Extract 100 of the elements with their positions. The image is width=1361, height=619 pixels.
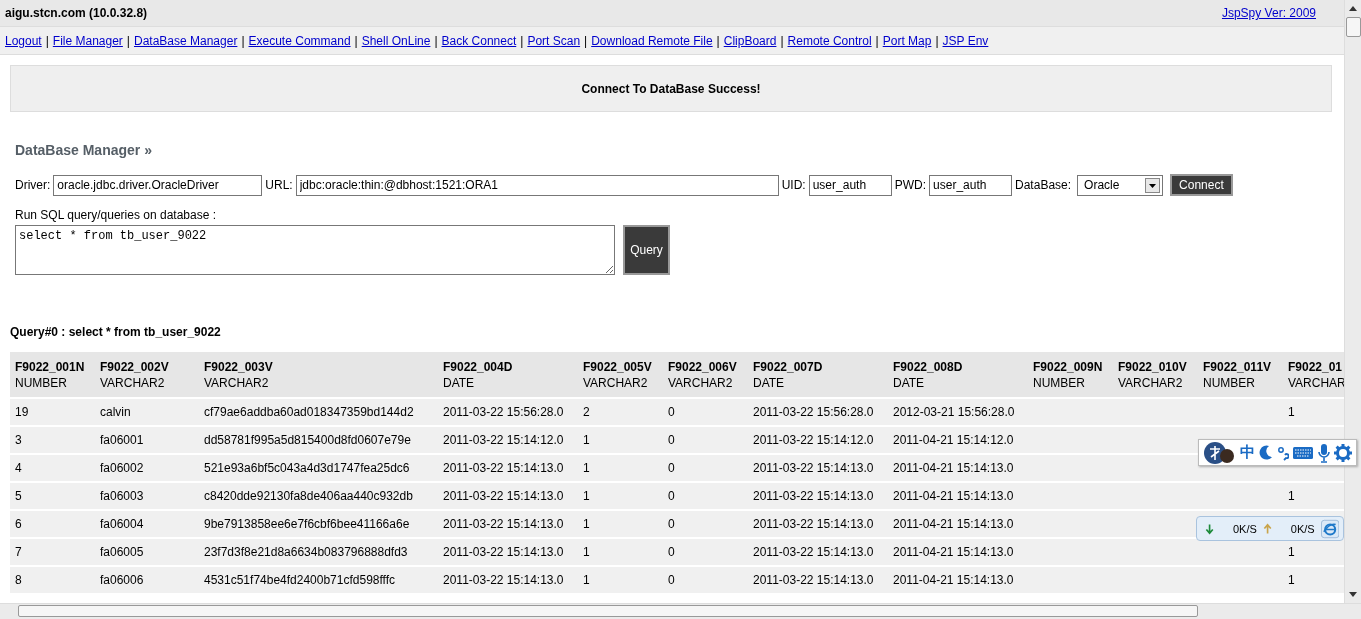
table-cell: 2011-04-21 15:14:13.0 (893, 517, 1014, 531)
separator: | (780, 33, 784, 48)
nav-link[interactable]: DataBase Manager (134, 33, 238, 48)
sql-label: Run SQL query/queries on database : (15, 208, 218, 222)
vertical-scrollbar[interactable] (1344, 0, 1361, 603)
dropdown-icon (1145, 177, 1161, 193)
settings-icon[interactable] (1334, 443, 1352, 462)
keyboard-icon[interactable] (1292, 444, 1314, 461)
nav-link[interactable]: ClipBoard (723, 33, 777, 48)
field-label: PWD: (894, 178, 927, 192)
table-cell: 2011-03-22 15:14:13.0 (443, 545, 564, 559)
table-cell: 2 (583, 405, 590, 419)
download-speed: 0K/S (1232, 522, 1257, 535)
table-cell: 2011-03-22 15:14:13.0 (443, 573, 564, 587)
table-cell: 0 (668, 545, 675, 559)
nav-link[interactable]: Execute Command (248, 33, 351, 48)
table-cell: 2011-04-21 15:14:12.0 (893, 433, 1014, 447)
table-cell: 2011-03-22 15:14:13.0 (753, 517, 874, 531)
driver-field[interactable]: oracle.jdbc.driver.OracleDriver (53, 174, 263, 196)
moon-icon[interactable] (1258, 443, 1274, 462)
version-link[interactable]: JspSpy Ver: 2009 (1221, 6, 1316, 20)
column-name: F9022_002V (100, 359, 170, 374)
separator: | (935, 33, 939, 48)
table-cell: 1 (1288, 545, 1295, 559)
nav-link[interactable]: Download Remote File (591, 33, 713, 48)
sql-query-field[interactable]: select * from tb_user_9022 (15, 225, 615, 275)
column-name: F9022_011V (1203, 359, 1273, 374)
table-cell: 2011-03-22 15:14:13.0 (443, 489, 564, 503)
table-cell: 1 (583, 573, 590, 587)
table-cell: 4 (15, 461, 22, 475)
separator: | (126, 33, 130, 48)
field-label: DataBase: (1015, 178, 1072, 192)
table-cell: 2011-03-22 15:56:28.0 (443, 405, 564, 419)
table-cell: calvin (100, 405, 131, 419)
pwd-field[interactable]: user_auth (929, 174, 1013, 196)
table-cell: 8 (15, 573, 22, 587)
table-cell: fa06004 (100, 517, 144, 531)
table-cell: 1 (1288, 405, 1295, 419)
nav-link[interactable]: File Manager (52, 33, 123, 48)
column-name: F9022_005V (583, 359, 653, 374)
nav-link[interactable]: Port Map (882, 33, 932, 48)
query-button[interactable]: Query (623, 225, 670, 275)
microphone-icon[interactable] (1317, 442, 1331, 463)
nav-link[interactable]: Shell OnLine (361, 33, 431, 48)
table-cell: 7 (15, 545, 22, 559)
ime-mode[interactable]: 中 (1240, 443, 1255, 462)
table-cell: 1 (583, 517, 590, 531)
table-cell: 2011-03-22 15:14:13.0 (753, 489, 874, 503)
column-name: F9022_006V (668, 359, 738, 374)
table-cell: 2011-03-22 15:56:28.0 (753, 405, 874, 419)
nav-link[interactable]: Port Scan (527, 33, 581, 48)
table-cell: 521e93a6bf5c043a4d3d1747fea25dc6 (204, 461, 410, 475)
table-cell: 2011-03-22 15:14:13.0 (753, 545, 874, 559)
table-cell: 0 (668, 573, 675, 587)
table-cell: 3 (15, 433, 22, 447)
table-cell: 2011-03-22 15:14:12.0 (443, 433, 564, 447)
separator: | (45, 33, 49, 48)
nav-link[interactable]: Back Connect (441, 33, 517, 48)
horizontal-scrollbar[interactable] (0, 603, 1361, 619)
separator: | (875, 33, 879, 48)
section-title: DataBase Manager » (15, 142, 153, 158)
success-message: Connect To DataBase Success! (581, 81, 761, 96)
table-cell: 23f7d3f8e21d8a6634b083796888dfd3 (204, 545, 408, 559)
column-type: DATE (753, 375, 786, 390)
column-type: VARCHAR2 (668, 375, 734, 390)
connect-button[interactable]: Connect (1170, 174, 1233, 196)
table-cell: 1 (583, 433, 590, 447)
column-type: DATE (443, 375, 476, 390)
table-cell: 2011-04-21 15:14:13.0 (893, 461, 1014, 475)
nav-link[interactable]: Remote Control (787, 33, 872, 48)
nav-link[interactable]: JSP Env (942, 33, 989, 48)
host-title: aigu.stcn.com (10.0.32.8) (5, 6, 148, 20)
database-select[interactable]: Oracle (1077, 174, 1164, 196)
ime-logo-icon[interactable] (1203, 440, 1237, 465)
table-cell: 2012-03-21 15:56:28.0 (893, 405, 1015, 419)
field-label: UID: (781, 178, 806, 192)
table-cell: 2011-03-22 15:14:13.0 (443, 461, 564, 475)
table-cell: 2011-04-21 15:14:13.0 (893, 489, 1014, 503)
separator: | (520, 33, 524, 48)
table-cell: 9be7913858ee6e7f6cbf6bee41166a6e (204, 517, 410, 531)
uid-field[interactable]: user_auth (808, 174, 892, 196)
column-type: NUMBER (1033, 375, 1086, 390)
url-field[interactable]: jdbc:oracle:thin:@dbhost:1521:ORA1 (295, 174, 779, 196)
table-cell: dd58781f995a5d815400d8fd0607e79e (204, 433, 411, 447)
table-cell: fa06006 (100, 573, 144, 587)
table-cell: 2011-03-22 15:14:13.0 (753, 461, 874, 475)
column-name: F9022_007D (753, 359, 824, 374)
table-cell: 2011-03-22 15:14:12.0 (753, 433, 874, 447)
table-cell: 0 (668, 433, 675, 447)
field-label: Driver: (15, 178, 51, 192)
column-type: VARCHAR2 (583, 375, 649, 390)
column-name: F9022_01 (1288, 359, 1343, 374)
table-cell: 2011-03-22 15:14:13.0 (753, 573, 874, 587)
table-cell: 1 (1288, 489, 1295, 503)
nav-link[interactable]: Logout (5, 33, 42, 48)
separator: | (584, 33, 588, 48)
table-cell: 1 (583, 489, 590, 503)
browser-icon[interactable] (1320, 518, 1339, 539)
table-cell: fa06001 (100, 433, 144, 447)
separator: | (241, 33, 245, 48)
